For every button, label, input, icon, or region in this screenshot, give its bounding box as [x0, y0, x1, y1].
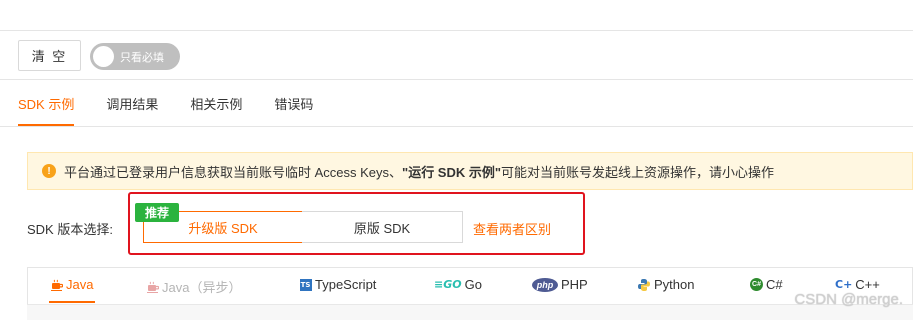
php-icon: php	[532, 277, 558, 292]
lang-tab-php[interactable]: php PHP	[532, 277, 588, 292]
tab-related-examples[interactable]: 相关示例	[190, 80, 242, 126]
go-icon: ≡GO	[434, 278, 462, 291]
compare-versions-link[interactable]: 查看两者区别	[473, 219, 551, 238]
java-icon	[51, 279, 63, 291]
top-divider	[0, 30, 913, 31]
lang-tab-label: C++	[855, 277, 880, 292]
clear-button[interactable]: 清 空	[18, 40, 81, 71]
toggle-label: 只看必填	[120, 51, 164, 64]
warning-text-suffix: 可能对当前账号发起线上资源操作，请小心操作	[501, 164, 775, 180]
tab-call-result[interactable]: 调用结果	[106, 80, 158, 126]
sdk-version-label: SDK 版本选择:	[27, 222, 113, 237]
lang-tab-label: PHP	[561, 277, 588, 292]
lang-tab-label: TypeScript	[315, 277, 377, 292]
warning-icon: !	[42, 164, 56, 178]
lang-tab-go[interactable]: ≡GO Go	[434, 277, 482, 292]
python-icon	[637, 278, 651, 292]
lang-tab-java[interactable]: Java	[48, 277, 96, 303]
code-panel-top	[27, 304, 913, 320]
tab-sdk-example[interactable]: SDK 示例	[18, 80, 75, 126]
tabs-bottom-divider	[0, 126, 913, 127]
lang-tab-label: Go	[464, 277, 482, 292]
lang-tab-java-async[interactable]: Java（异步）	[147, 277, 241, 296]
warning-text-emphasis: "运行 SDK 示例"	[402, 164, 502, 180]
lang-tab-label: Python	[654, 277, 695, 292]
required-only-toggle[interactable]: 只看必填	[90, 43, 180, 70]
lang-tab-cpp[interactable]: C+ C++	[835, 277, 880, 292]
toggle-knob	[93, 46, 114, 67]
lang-tab-label: C#	[766, 277, 783, 292]
typescript-icon: TS	[300, 278, 312, 291]
lang-tab-typescript[interactable]: TS TypeScript	[300, 277, 376, 292]
result-tabs: SDK 示例 调用结果 相关示例 错误码	[18, 80, 345, 126]
lang-tab-python[interactable]: Python	[637, 277, 694, 292]
warning-text-prefix: 平台通过已登录用户信息获取当前账号临时 Access Keys、	[64, 164, 403, 180]
cpp-icon: C+	[835, 278, 853, 291]
csharp-icon: C#	[750, 278, 763, 291]
lang-tab-label: Java（异步）	[162, 280, 242, 295]
csdn-watermark: CSDN @merge.	[794, 291, 903, 308]
recommended-badge: 推荐	[135, 203, 179, 222]
access-key-warning: ! 平台通过已登录用户信息获取当前账号临时 Access Keys、 "运行 S…	[27, 152, 913, 190]
lang-tab-label: Java	[66, 277, 94, 292]
java-icon	[147, 281, 159, 293]
lang-tab-csharp[interactable]: C# C#	[750, 277, 783, 292]
tab-error-codes[interactable]: 错误码	[274, 80, 313, 126]
sdk-version-original-option[interactable]: 原版 SDK	[302, 211, 463, 243]
